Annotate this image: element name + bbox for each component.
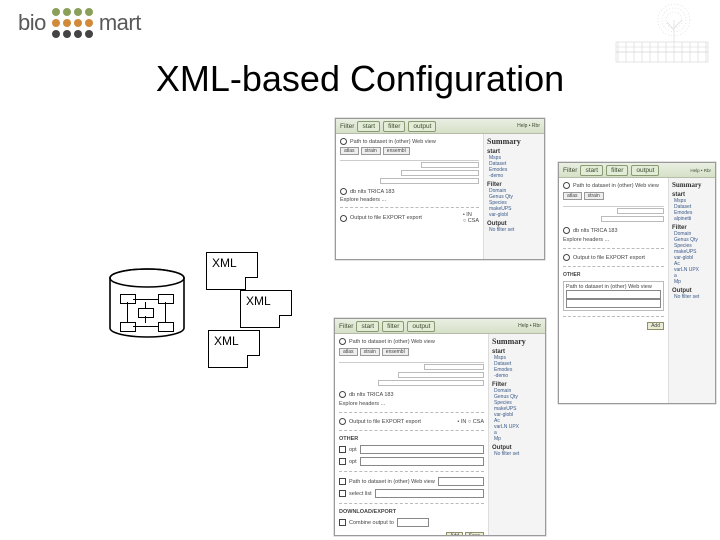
xml-label: XML	[212, 256, 237, 270]
biomart-logo: bio mart	[18, 8, 141, 38]
xml-label: XML	[246, 294, 271, 308]
xml-doc-3: XML	[208, 330, 260, 368]
thumb-left-panel: Path to dataset in (other) Web view atla…	[336, 134, 484, 260]
topbar-right: Help • Rbr	[517, 123, 540, 129]
logo-right: mart	[99, 10, 141, 36]
topbar-btn-output: output	[408, 121, 436, 132]
screenshot-thumb-3: Filter start filter output Help • Rbr Pa…	[334, 318, 546, 536]
thumb-save-button: Save	[465, 532, 484, 536]
xml-label: XML	[214, 334, 239, 348]
topbar-label: Filter	[340, 123, 354, 130]
database-icon	[108, 268, 186, 340]
tree-building-icon	[612, 2, 712, 64]
thumb-sidebar-3: Summary start Msps Dataset Emodes -demo …	[489, 334, 545, 536]
xml-doc-1: XML	[206, 252, 258, 290]
thumb-sidebar-2: Summary start Msps Dataset Emodes alpine…	[669, 178, 715, 404]
thumb-sidebar-1: Summary start Msps Dataset Emodes -demo …	[484, 134, 544, 260]
logo-dots-icon	[52, 8, 93, 38]
page-title: XML-based Configuration	[0, 58, 720, 100]
thumb-section-head: Explore headers ...	[340, 197, 479, 203]
screenshot-thumb-1: Filter start filter output Help • Rbr Pa…	[335, 118, 545, 260]
screenshot-thumb-2: Filter start filter output Help • Rbr Pa…	[558, 162, 716, 404]
xml-doc-2: XML	[240, 290, 292, 328]
logo-left: bio	[18, 10, 46, 36]
slide: bio mart	[0, 0, 720, 540]
topbar-btn-filter: filter	[383, 121, 405, 132]
thumb-add-button: Add	[446, 532, 463, 536]
topbar-btn-start: start	[357, 121, 380, 132]
thumb-topbar: Filter start filter output Help • Rbr	[336, 119, 544, 134]
